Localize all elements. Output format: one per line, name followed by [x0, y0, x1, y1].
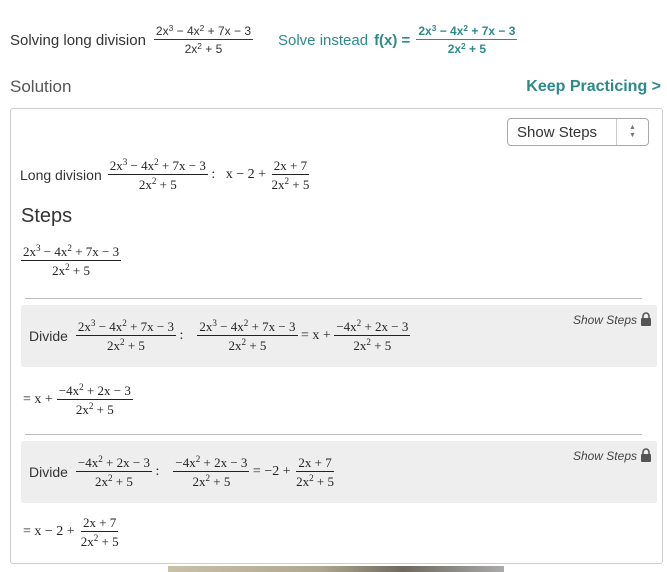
step-1-show-steps-link[interactable]: Show Steps	[573, 313, 637, 327]
step-box-2: Divide −4x2 + 2x − 3 2x2 + 5 : −4x2 + 2x…	[21, 441, 657, 503]
step-1-label: Divide	[29, 328, 68, 344]
step-divider	[25, 298, 642, 299]
long-division-label: Long division	[20, 167, 102, 183]
solve-instead-link[interactable]: Solve instead f(x) = 2x3 − 4x2 + 7x − 3 …	[278, 20, 518, 60]
lock-icon[interactable]	[639, 448, 653, 462]
problem-prefix: Solving long division	[10, 31, 146, 49]
ad-banner-edge[interactable]	[168, 566, 504, 572]
solve-instead-fraction[interactable]: 2x3 − 4x2 + 7x − 3 2x2 + 5	[416, 24, 518, 55]
solution-panel: Show Steps ▲ ▼ Long division 2x3 − 4x2 + …	[10, 108, 663, 564]
select-arrows-icon[interactable]: ▲ ▼	[616, 119, 648, 145]
step-box-1: Divide 2x3 − 4x2 + 7x − 3 2x2 + 5 : 2x3 …	[21, 305, 657, 367]
show-steps-select[interactable]: Show Steps ▲ ▼	[507, 118, 649, 146]
page-header: Solving long division 2x3 − 4x2 + 7x − 3…	[10, 20, 254, 60]
long-division-math: 2x3 − 4x2 + 7x − 3 2x2 + 5 : x − 2 + 2x …	[107, 156, 310, 192]
step-1-content: Divide 2x3 − 4x2 + 7x − 3 2x2 + 5 : 2x3 …	[29, 305, 411, 367]
step-1-math: 2x3 − 4x2 + 7x − 3 2x2 + 5 : 2x3 − 4x2 +…	[75, 317, 411, 353]
solve-instead-fx[interactable]: f(x) =	[374, 32, 410, 49]
step-2-show-steps-link[interactable]: Show Steps	[573, 449, 637, 463]
step-2-math: −4x2 + 2x − 3 2x2 + 5 : −4x2 + 2x − 3 2x…	[75, 453, 334, 489]
step-2-content: Divide −4x2 + 2x − 3 2x2 + 5 : −4x2 + 2x…	[29, 441, 336, 503]
long-division-summary: Long division 2x3 − 4x2 + 7x − 3 2x2 + 5…	[20, 155, 311, 195]
show-steps-select-value[interactable]: Show Steps	[517, 124, 597, 141]
keep-practicing-link[interactable]: Keep Practicing >	[526, 78, 661, 96]
problem-fraction: 2x3 − 4x2 + 7x − 3 2x2 + 5	[153, 22, 254, 56]
solution-heading: Solution	[10, 77, 72, 96]
step-divider	[25, 434, 642, 435]
lock-icon[interactable]	[639, 312, 653, 326]
steps-heading: Steps	[21, 205, 73, 227]
step-2-result: = x − 2 + 2x + 7 2x2 + 5	[23, 515, 119, 549]
step-2-label: Divide	[29, 464, 68, 480]
step-initial-expression: 2x3 − 4x2 + 7x − 3 2x2 + 5	[21, 242, 122, 278]
solve-instead-label[interactable]: Solve instead	[278, 32, 368, 49]
step-1-result: = x + −4x2 + 2x − 3 2x2 + 5	[23, 381, 133, 417]
